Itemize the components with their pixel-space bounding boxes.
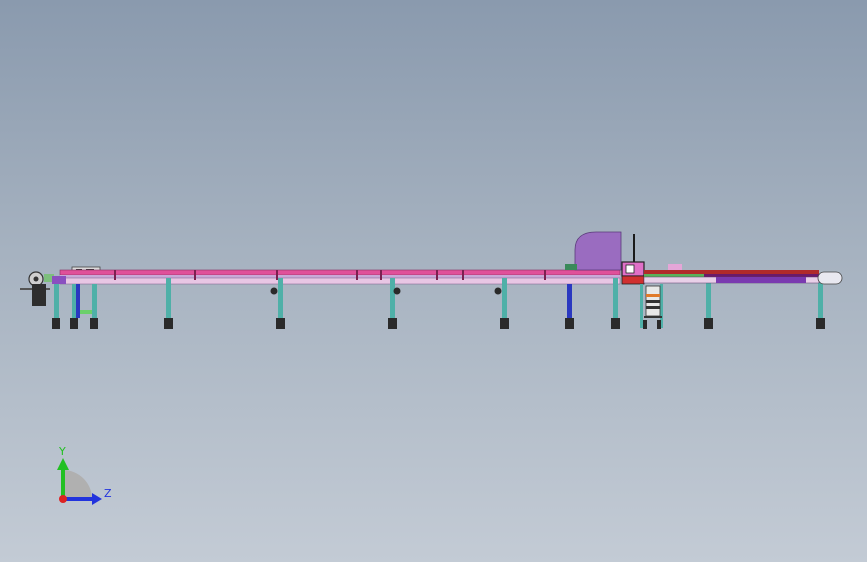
support-leg: [494, 278, 509, 329]
motor-foot: [657, 320, 661, 329]
rail-end-cap: [52, 276, 66, 284]
y-axis-arrow: [57, 458, 69, 470]
leg-foot: [52, 318, 60, 329]
leg-foot: [816, 318, 825, 329]
outfeed-sensor: [668, 264, 682, 270]
leg-post-blue: [567, 284, 572, 318]
cad-viewport[interactable]: Y Z: [0, 0, 867, 562]
leg-post: [613, 278, 618, 318]
leg-foot: [565, 318, 574, 329]
leg-post: [278, 278, 283, 318]
leg-foot: [611, 318, 620, 329]
support-leg: [164, 278, 173, 329]
leg-clamp: [270, 287, 278, 295]
motor-base: [644, 316, 662, 318]
outfeed-purple-bed: [716, 277, 806, 283]
rail-marker: [436, 270, 438, 280]
motor-foot: [643, 320, 647, 329]
z-axis-arrow: [92, 493, 102, 505]
support-leg: [565, 284, 574, 329]
clamp-jaw: [621, 275, 645, 285]
triad-origin: [59, 495, 67, 503]
leg-post: [390, 278, 395, 318]
feed-roller-hub: [33, 276, 39, 282]
leg-foot: [388, 318, 397, 329]
guard-base-left: [565, 264, 577, 270]
outfeed-top-rail: [644, 270, 819, 274]
rail-marker: [114, 270, 116, 280]
leg-foot: [500, 318, 509, 329]
outfeed-green-segment: [644, 274, 704, 277]
leg-foot: [704, 318, 713, 329]
leg-clamp: [494, 287, 502, 295]
motor-band: [646, 306, 660, 309]
clamp-unit[interactable]: [621, 261, 645, 285]
feed-roller[interactable]: [20, 271, 54, 306]
leg-post: [92, 284, 97, 318]
support-leg: [70, 284, 92, 329]
conveyor-model[interactable]: [20, 231, 843, 329]
z-axis-label: Z: [104, 487, 112, 500]
motor-stripe: [646, 294, 660, 297]
lower-rail: [59, 277, 621, 285]
rail-marker: [356, 270, 358, 280]
rail-marker: [544, 270, 546, 280]
upper-rail: [59, 269, 621, 276]
cad-scene[interactable]: Y Z: [0, 0, 867, 562]
leg-post: [706, 278, 711, 318]
leg-clamp: [393, 287, 401, 295]
outfeed-dark-segment: [704, 274, 819, 277]
guard-antenna: [633, 234, 635, 264]
blade-guard-shell: [574, 231, 622, 271]
leg-post-blue: [76, 284, 80, 318]
motor-assembly[interactable]: [640, 284, 663, 329]
feed-roller-bracket: [32, 284, 46, 306]
leg-post: [502, 278, 507, 318]
rail-marker: [462, 270, 464, 280]
support-leg: [52, 284, 60, 329]
leg-foot: [90, 318, 98, 329]
orientation-triad[interactable]: Y Z: [57, 445, 112, 505]
leg-post: [72, 284, 76, 318]
clamp-window: [625, 264, 635, 274]
triad-plane-shade: [63, 470, 92, 499]
rail-marker: [194, 270, 196, 280]
leg-brace: [80, 310, 92, 314]
support-leg: [704, 278, 713, 329]
end-roller-body: [817, 271, 843, 285]
middle-rail: [60, 275, 620, 278]
y-axis-label: Y: [58, 445, 66, 458]
support-leg: [611, 278, 620, 329]
leg-foot: [70, 318, 78, 329]
leg-foot: [276, 318, 285, 329]
support-leg: [270, 278, 285, 329]
conveyor-rail[interactable]: [52, 269, 621, 285]
end-roller[interactable]: [817, 271, 843, 285]
leg-post: [54, 284, 59, 318]
motor-band: [646, 300, 660, 303]
motor-frame-post: [640, 284, 643, 328]
outfeed-roller-table[interactable]: [643, 264, 820, 284]
leg-post: [166, 278, 171, 318]
support-legs[interactable]: [52, 278, 825, 329]
support-leg: [388, 278, 401, 329]
rail-marker: [276, 270, 278, 280]
support-leg: [816, 278, 825, 329]
rail-marker: [380, 270, 382, 280]
leg-foot: [164, 318, 173, 329]
support-leg: [90, 284, 98, 329]
